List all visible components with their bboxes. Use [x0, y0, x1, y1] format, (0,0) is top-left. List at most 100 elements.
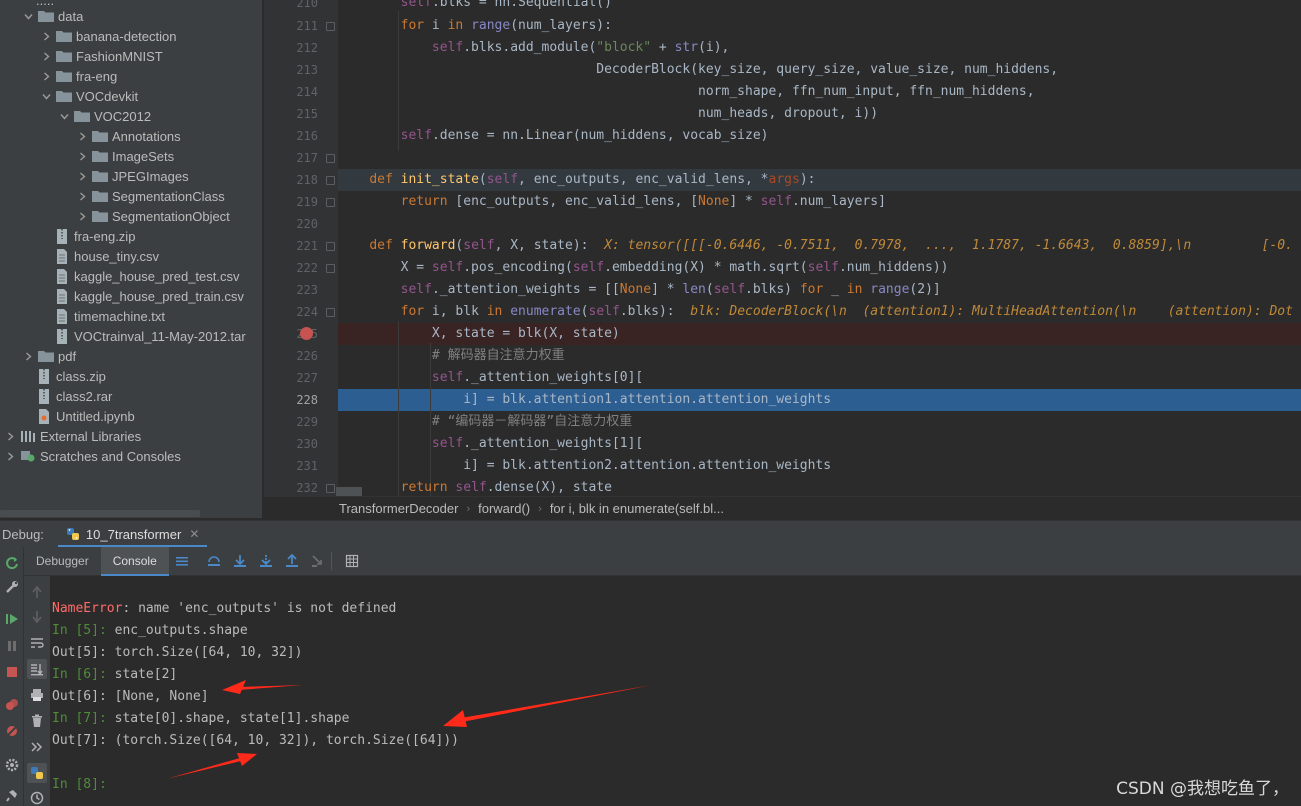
- line-number[interactable]: 227: [264, 367, 318, 389]
- pause-icon[interactable]: [2, 636, 22, 656]
- fold-marker-icon[interactable]: [326, 198, 335, 207]
- tree-horizontal-scrollbar[interactable]: [0, 510, 200, 517]
- close-icon[interactable]: ✕: [189, 527, 199, 541]
- tree-item-imagesets[interactable]: ImageSets: [0, 146, 262, 166]
- chevron-right-icon[interactable]: [76, 150, 88, 162]
- line-number[interactable]: 213: [264, 59, 318, 81]
- chevron-down-icon[interactable]: [58, 110, 70, 122]
- tree-item-class2-rar[interactable]: class2.rar: [0, 386, 262, 406]
- scroll-up-icon[interactable]: [27, 582, 47, 602]
- scroll-down-icon[interactable]: [27, 607, 47, 627]
- chevron-right-icon[interactable]: [40, 70, 52, 82]
- stop-icon[interactable]: [2, 662, 22, 682]
- history-clock-icon[interactable]: [27, 788, 47, 806]
- menu-icon[interactable]: [169, 547, 195, 576]
- line-number[interactable]: 223: [264, 279, 318, 301]
- step-out-icon[interactable]: [279, 547, 305, 576]
- tab-console[interactable]: Console: [100, 546, 169, 576]
- tree-item-segmentationclass[interactable]: SegmentationClass: [0, 186, 262, 206]
- tree-item-class-zip[interactable]: class.zip: [0, 366, 262, 386]
- tree-item-fra-eng-zip[interactable]: fra-eng.zip: [0, 226, 262, 246]
- wrench-icon[interactable]: [2, 577, 22, 597]
- chevron-right-icon[interactable]: [76, 130, 88, 142]
- line-number[interactable]: 216: [264, 125, 318, 147]
- line-number[interactable]: 215: [264, 103, 318, 125]
- fold-marker-icon[interactable]: [326, 22, 335, 31]
- tree-item-scratches-and-consoles[interactable]: Scratches and Consoles: [0, 446, 262, 466]
- python-console-output[interactable]: NameError: name 'enc_outputs' is not def…: [50, 576, 1301, 806]
- line-number[interactable]: 211: [264, 15, 318, 37]
- chevron-down-icon[interactable]: [40, 90, 52, 102]
- line-number[interactable]: 230: [264, 433, 318, 455]
- soft-wrap-icon[interactable]: [27, 633, 47, 653]
- table-icon[interactable]: [339, 547, 365, 576]
- tree-item-kaggle-house-pred-test-csv[interactable]: kaggle_house_pred_test.csv: [0, 266, 262, 286]
- fold-marker-icon[interactable]: [326, 154, 335, 163]
- tree-item-data[interactable]: data: [0, 6, 262, 26]
- line-number[interactable]: 221: [264, 235, 318, 257]
- line-number[interactable]: 218: [264, 169, 318, 191]
- line-number[interactable]: 229: [264, 411, 318, 433]
- tree-item-untitled-ipynb[interactable]: Untitled.ipynb: [0, 406, 262, 426]
- tree-item-annotations[interactable]: Annotations: [0, 126, 262, 146]
- expand-more-icon[interactable]: [27, 737, 47, 757]
- show-execution-point-icon[interactable]: [201, 547, 227, 576]
- line-number[interactable]: 226: [264, 345, 318, 367]
- chevron-right-icon[interactable]: [40, 30, 52, 42]
- scroll-to-end-icon[interactable]: [27, 659, 47, 679]
- code-editor[interactable]: self.blks = nn.Sequential() for i in ran…: [338, 0, 1301, 496]
- step-over-icon[interactable]: [227, 547, 253, 576]
- chevron-right-icon[interactable]: [76, 190, 88, 202]
- tree-item-pdf[interactable]: pdf: [0, 346, 262, 366]
- tree-item-voc2012[interactable]: VOC2012: [0, 106, 262, 126]
- rerun-icon[interactable]: [2, 553, 22, 573]
- line-number[interactable]: 214: [264, 81, 318, 103]
- fold-marker-icon[interactable]: [326, 484, 335, 493]
- settings-gear-icon[interactable]: [2, 755, 22, 775]
- editor-scrollbar[interactable]: [336, 487, 362, 496]
- clear-trash-icon[interactable]: [27, 711, 47, 731]
- tree-item-vocdevkit[interactable]: VOCdevkit: [0, 86, 262, 106]
- tree-item-banana-detection[interactable]: banana-detection: [0, 26, 262, 46]
- tree-item-timemachine-txt[interactable]: timemachine.txt: [0, 306, 262, 326]
- tree-item-segmentationobject[interactable]: SegmentationObject: [0, 206, 262, 226]
- tree-item-voctrainval-11-may-2012-tar[interactable]: VOCtrainval_11-May-2012.tar: [0, 326, 262, 346]
- line-number[interactable]: 220: [264, 213, 318, 235]
- chevron-down-icon[interactable]: [22, 10, 34, 22]
- run-tab-10_7transformer[interactable]: 10_7transformer ✕: [57, 521, 208, 548]
- line-number[interactable]: 217: [264, 147, 318, 169]
- tree-item-fashionmnist[interactable]: FashionMNIST: [0, 46, 262, 66]
- fold-marker-icon[interactable]: [326, 176, 335, 185]
- run-to-cursor-icon[interactable]: [305, 547, 331, 576]
- tree-item-fra-eng[interactable]: fra-eng: [0, 66, 262, 86]
- line-number[interactable]: 228: [264, 389, 318, 411]
- chevron-right-icon[interactable]: [22, 350, 34, 362]
- fold-marker-icon[interactable]: [326, 308, 335, 317]
- tree-item-external-libraries[interactable]: External Libraries: [0, 426, 262, 446]
- line-number[interactable]: 210: [264, 0, 318, 14]
- tree-item-kaggle-house-pred-train-csv[interactable]: kaggle_house_pred_train.csv: [0, 286, 262, 306]
- mute-breakpoints-icon[interactable]: [2, 721, 22, 741]
- breadcrumb-item-class[interactable]: TransformerDecoder: [339, 501, 458, 516]
- chevron-right-icon[interactable]: [40, 50, 52, 62]
- fold-marker-icon[interactable]: [326, 242, 335, 251]
- line-number[interactable]: 222: [264, 257, 318, 279]
- breakpoint-icon[interactable]: [300, 327, 313, 340]
- editor-gutter[interactable]: 210 211 212 213 214 215 216 217 218 219 220 221 222 2…: [264, 0, 338, 496]
- fold-marker-icon[interactable]: [326, 264, 335, 273]
- tree-item-jpegimages[interactable]: JPEGImages: [0, 166, 262, 186]
- line-number[interactable]: 219: [264, 191, 318, 213]
- step-into-icon[interactable]: [253, 547, 279, 576]
- chevron-right-icon[interactable]: [76, 210, 88, 222]
- view-breakpoints-icon[interactable]: [2, 695, 22, 715]
- breadcrumb-item-method[interactable]: forward(): [478, 501, 530, 516]
- line-number[interactable]: 231: [264, 455, 318, 477]
- tab-debugger[interactable]: Debugger: [24, 547, 101, 576]
- line-number[interactable]: 224: [264, 301, 318, 323]
- chevron-right-icon[interactable]: [4, 430, 16, 442]
- line-number[interactable]: 212: [264, 37, 318, 59]
- chevron-right-icon[interactable]: [4, 450, 16, 462]
- pin-icon[interactable]: [2, 785, 22, 805]
- print-icon[interactable]: [27, 685, 47, 705]
- chevron-right-icon[interactable]: [76, 170, 88, 182]
